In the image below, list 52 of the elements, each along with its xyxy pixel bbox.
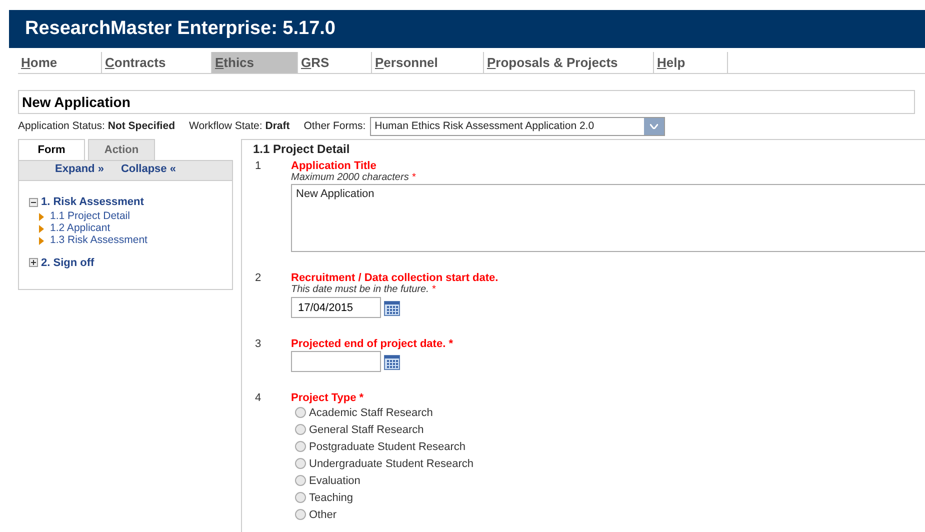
- question-hint: This date must be in the future. *: [291, 284, 437, 296]
- caret-icon: [650, 124, 658, 129]
- question-number: 2: [254, 272, 262, 286]
- radio-label: General Staff Research: [309, 424, 424, 436]
- radio-button[interactable]: [295, 475, 306, 486]
- calendar-icon[interactable]: [384, 354, 400, 370]
- status-text: Application Status: Not Specified: [18, 118, 175, 134]
- tree-item[interactable]: 2. Sign off: [41, 254, 94, 271]
- section-title: 1.1 Project Detail: [252, 142, 351, 156]
- calendar-icon[interactable]: [384, 300, 400, 316]
- radio-label: Evaluation: [309, 474, 360, 486]
- status-text: Workflow State: Draft: [188, 118, 290, 134]
- app-title: ResearchMaster Enterprise: 5.17.0: [25, 16, 336, 41]
- nav-tab[interactable]: Personnel: [372, 52, 484, 73]
- question-number: 1: [254, 160, 262, 174]
- collapse-icon[interactable]: [29, 198, 38, 207]
- question-label: Projected end of project date. *: [291, 338, 454, 350]
- tree-item[interactable]: 1. Risk Assessment: [41, 194, 144, 210]
- radio-button[interactable]: [295, 424, 306, 435]
- tree-link[interactable]: Collapse «: [120, 161, 176, 180]
- nav-tab[interactable]: Ethics: [212, 52, 298, 73]
- side-tab[interactable]: Form: [18, 139, 85, 160]
- nav-tab[interactable]: Help: [654, 52, 728, 73]
- side-tab[interactable]: Action: [88, 139, 155, 160]
- radio-button[interactable]: [295, 441, 306, 452]
- radio-label: Postgraduate Student Research: [309, 440, 466, 452]
- radio-button[interactable]: [295, 492, 306, 503]
- radio-label: Academic Staff Research: [309, 406, 433, 418]
- question-label: Application Title: [291, 160, 378, 172]
- radio-label: Undergraduate Student Research: [309, 458, 474, 470]
- date-field[interactable]: 17/04/2015: [291, 297, 381, 318]
- other-forms-dropdown[interactable]: Human Ethics Risk Assessment Application 2.0: [370, 117, 665, 136]
- question-number: 4: [254, 392, 262, 406]
- nav-tab[interactable]: GRS: [298, 52, 372, 73]
- expand-icon[interactable]: [29, 258, 38, 268]
- radio-button[interactable]: [295, 509, 306, 520]
- question-hint: Maximum 2000 characters *: [291, 172, 417, 184]
- question-label: Project Type *: [291, 392, 365, 404]
- question-label: Recruitment / Data collection start date.: [291, 272, 500, 284]
- radio-label: Other: [309, 508, 337, 520]
- date-field[interactable]: [291, 351, 381, 372]
- nav-tab[interactable]: Contracts: [102, 52, 212, 73]
- page-title: New Application: [22, 92, 130, 112]
- radio-button[interactable]: [295, 407, 306, 418]
- nav-tab[interactable]: Proposals & Projects: [484, 52, 654, 73]
- radio-button[interactable]: [295, 458, 306, 469]
- nav-tab[interactable]: Home: [18, 52, 102, 73]
- other-forms-label: Other Forms:: [304, 118, 366, 134]
- radio-label: Teaching: [309, 492, 354, 504]
- question-number: 3: [254, 338, 262, 352]
- text-area[interactable]: New Application: [291, 184, 925, 252]
- tree-link[interactable]: Expand »: [55, 161, 104, 180]
